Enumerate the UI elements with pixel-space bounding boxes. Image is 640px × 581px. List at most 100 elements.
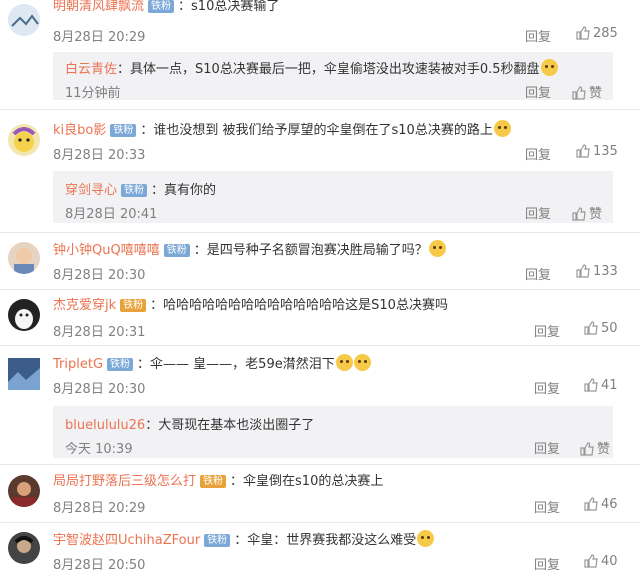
colon: ：	[140, 123, 154, 138]
username[interactable]: 钟小钟QuQ嘻嘻嘻	[53, 243, 160, 258]
cat-emoji-icon	[335, 354, 353, 371]
thumbs-up-icon	[584, 497, 598, 511]
reply-button[interactable]: 回复	[525, 26, 551, 45]
avatar-image	[8, 242, 40, 274]
divider	[0, 464, 640, 465]
reply-username[interactable]: 穿剑寻心	[65, 183, 117, 198]
avatar-image	[8, 299, 40, 331]
like-button[interactable]: 赞	[572, 82, 602, 101]
like-button[interactable]: 135	[576, 144, 618, 159]
divider	[0, 109, 640, 110]
thumbs-up-icon	[576, 26, 590, 40]
reply-box: 穿剑寻心 铁粉 ：真有你的 8月28日 20:41 回复 赞	[53, 171, 613, 223]
thumbs-up-icon	[580, 442, 594, 456]
like-button[interactable]: 50	[584, 321, 618, 336]
comment-text: 伞皇：世界赛我都没这么难受	[247, 533, 417, 548]
reply-button[interactable]: 回复	[525, 264, 551, 283]
avatar-image	[8, 358, 40, 390]
user-avatar[interactable]	[8, 532, 40, 564]
reply-username[interactable]: 白云青佐	[65, 62, 117, 77]
thumbs-up-icon	[576, 144, 590, 158]
fan-badge: 铁粉	[163, 244, 190, 257]
comment-time: 8月28日 20:33	[53, 148, 146, 163]
comment-item: 钟小钟QuQ嘻嘻嘻 铁粉 ：是四号种子名额冒泡赛决胜局输了吗？ 8月28日 20:3…	[0, 238, 640, 288]
reply-button[interactable]: 回复	[534, 378, 560, 397]
fan-badge: 铁粉	[120, 299, 147, 312]
comment-text: 是四号种子名额冒泡赛决胜局输了吗？	[206, 243, 428, 258]
like-button[interactable]: 赞	[580, 438, 610, 457]
reply-button[interactable]: 回复	[525, 82, 551, 101]
avatar-image	[8, 532, 40, 564]
smiley-emoji-icon	[540, 59, 558, 76]
username[interactable]: TripletG	[53, 357, 103, 372]
like-count: 40	[601, 554, 618, 569]
thumbs-up-icon	[584, 554, 598, 568]
reply-box: 白云青佐：具体一点，S10总决赛最后一把，伞皇偷塔没出攻速装被对手0.5秒翻盘 …	[53, 52, 613, 101]
like-button[interactable]: 285	[576, 26, 618, 41]
reply-button[interactable]: 回复	[525, 203, 551, 222]
reply-username[interactable]: bluelululu26	[65, 418, 145, 433]
user-avatar[interactable]	[8, 124, 40, 156]
reply-text: 具体一点，S10总决赛最后一把，伞皇偷塔没出攻速装被对手0.5秒翻盘	[130, 62, 540, 77]
like-button[interactable]: 46	[584, 497, 618, 512]
reply-time: 8月28日 20:41	[65, 207, 158, 222]
like-label: 赞	[589, 86, 603, 101]
comment-text: 伞—— 皇——，老59e潸然泪下	[150, 357, 335, 372]
comment-item: 杰克爱穿jk 铁粉 ：哈哈哈哈哈哈哈哈哈哈哈哈哈哈这是S10总决赛吗 8月28日 2…	[0, 295, 640, 345]
username[interactable]: 明朝清风肆飘流	[53, 0, 144, 14]
fan-badge: 铁粉	[107, 358, 134, 371]
comment-item: 明朝清风肆飘流 铁粉 ：s10总决赛输了 8月28日 20:29 回复 285 白云…	[0, 0, 640, 101]
smiley-emoji-icon	[493, 120, 511, 137]
username[interactable]: 宇智波赵四UchihaZFour	[53, 533, 200, 548]
like-label: 赞	[597, 442, 611, 457]
like-button[interactable]: 41	[584, 378, 618, 393]
thumbs-up-icon	[576, 264, 590, 278]
like-button[interactable]: 133	[576, 264, 618, 279]
like-button[interactable]: 40	[584, 554, 618, 569]
colon: ：	[117, 62, 131, 77]
reply-button[interactable]: 回复	[534, 321, 560, 340]
like-button[interactable]: 赞	[572, 203, 602, 222]
like-count: 135	[593, 144, 618, 159]
like-count: 285	[593, 26, 618, 41]
user-avatar[interactable]	[8, 475, 40, 507]
colon: ：	[178, 0, 192, 14]
comment-time: 8月28日 20:50	[53, 558, 146, 573]
thumbs-up-icon	[572, 207, 586, 221]
reply-button[interactable]: 回复	[534, 554, 560, 573]
username[interactable]: 局局打野落后三级怎么打	[53, 474, 196, 489]
fan-badge: 铁粉	[121, 184, 148, 197]
like-count: 46	[601, 497, 618, 512]
divider	[0, 345, 640, 346]
comment-item: 宇智波赵四UchihaZFour 铁粉 ：伞皇：世界赛我都没这么难受 8月28日 2…	[0, 528, 640, 578]
user-avatar[interactable]	[8, 242, 40, 274]
colon: ：	[151, 183, 165, 198]
colon: ：	[230, 474, 244, 489]
reply-time: 今天 10:39	[65, 442, 133, 457]
avatar-image	[8, 124, 40, 156]
reply-button[interactable]: 回复	[525, 144, 551, 163]
user-avatar[interactable]	[8, 358, 40, 390]
thumbs-up-icon	[584, 378, 598, 392]
reply-time: 11分钟前	[65, 86, 121, 101]
avatar-image	[8, 4, 40, 36]
comment-text: s10总决赛输了	[191, 0, 280, 14]
colon: ：	[150, 298, 164, 313]
thumbs-up-icon	[584, 321, 598, 335]
user-avatar[interactable]	[8, 4, 40, 36]
reply-button[interactable]: 回复	[534, 497, 560, 516]
comment-time: 8月28日 20:30	[53, 382, 146, 397]
username[interactable]: ki良bo影	[53, 123, 106, 138]
reply-button[interactable]: 回复	[534, 438, 560, 457]
colon: ：	[145, 418, 159, 433]
cat-emoji-icon	[428, 240, 446, 257]
fan-badge: 铁粉	[148, 0, 175, 13]
divider	[0, 522, 640, 523]
user-avatar[interactable]	[8, 299, 40, 331]
username[interactable]: 杰克爱穿jk	[53, 298, 116, 313]
comment-text: 谁也没想到 被我们给予厚望的伞皇倒在了s10总决赛的路上	[153, 123, 493, 138]
comment-text: 伞皇倒在s10的总决赛上	[243, 474, 384, 489]
fan-badge: 铁粉	[204, 534, 231, 547]
fan-badge: 铁粉	[200, 475, 227, 488]
comment-text: 哈哈哈哈哈哈哈哈哈哈哈哈哈哈这是S10总决赛吗	[163, 298, 448, 313]
